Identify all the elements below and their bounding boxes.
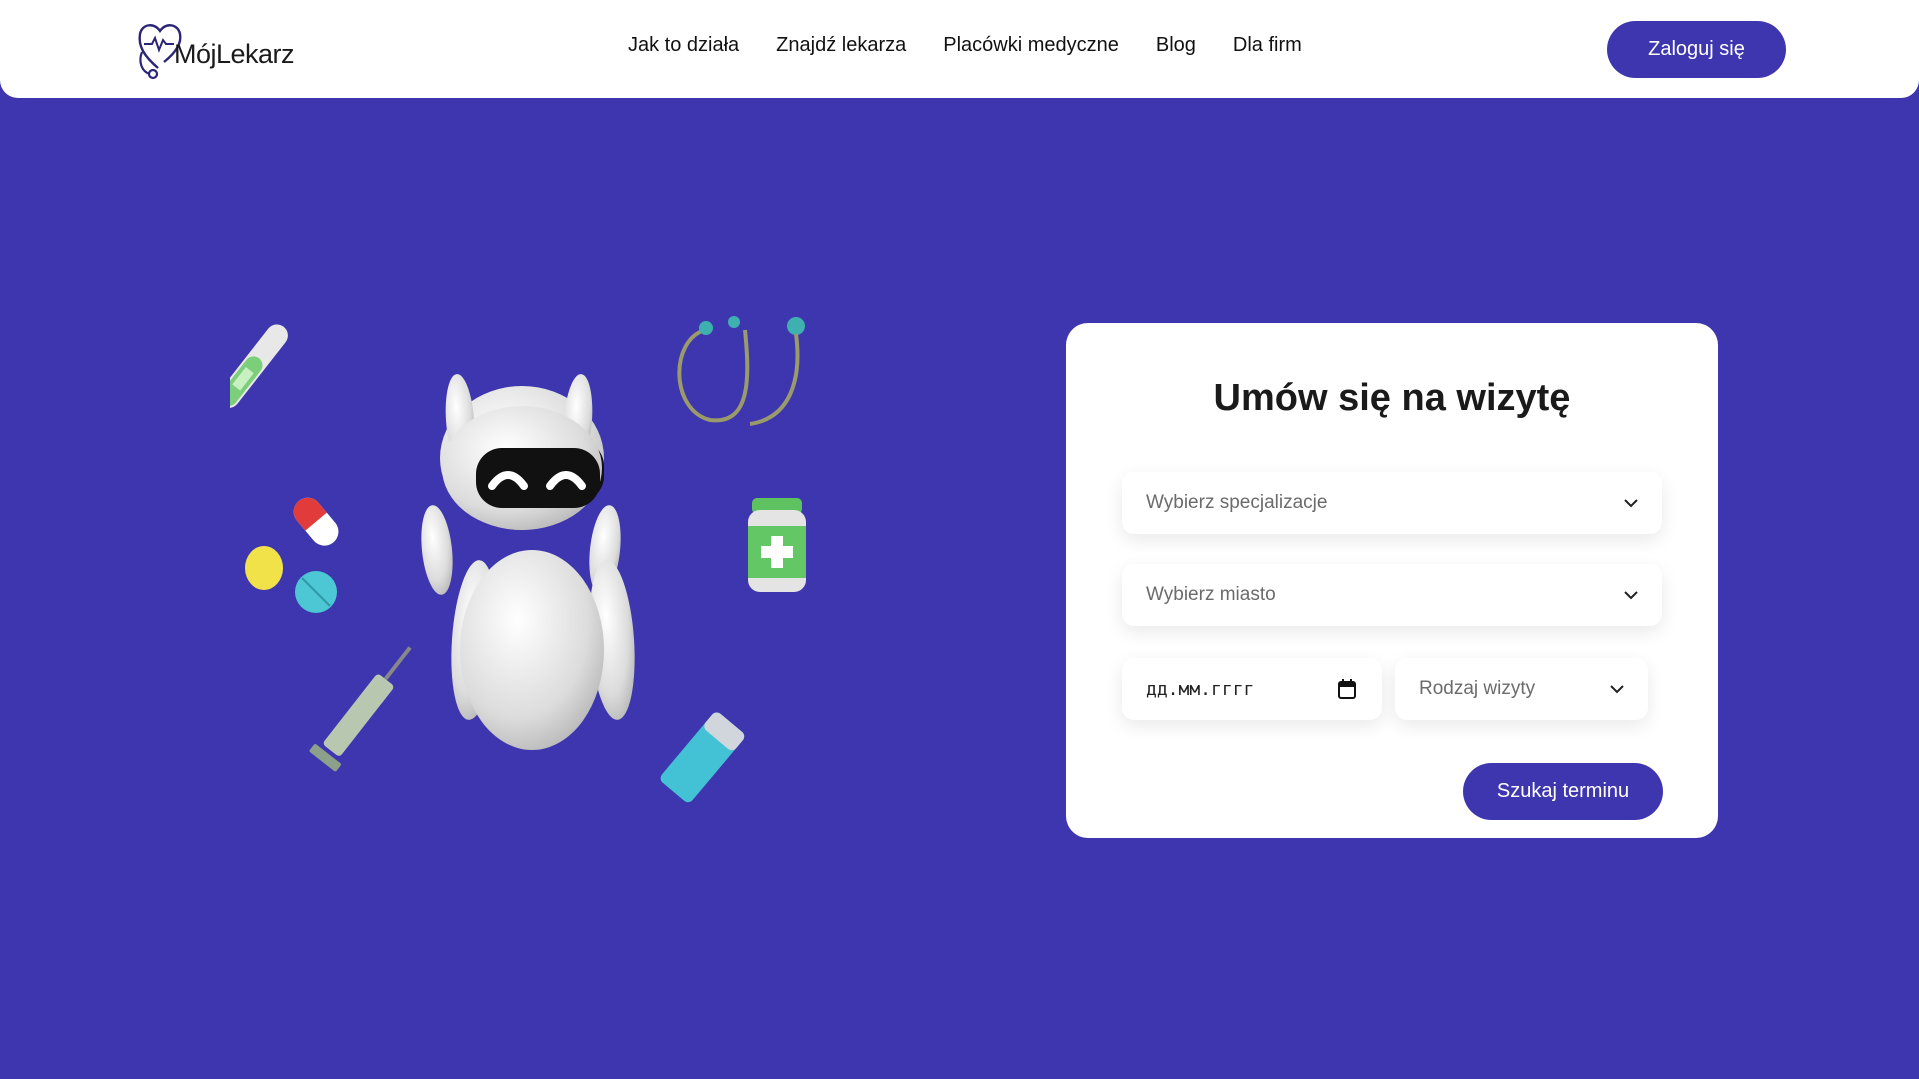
chevron-down-icon <box>1624 499 1638 508</box>
robot-icon <box>421 374 635 750</box>
robot-illustration <box>230 316 806 803</box>
booking-card: Umów się na wizytę Wybierz specjalizacje… <box>1066 323 1718 838</box>
city-select[interactable]: Wybierz miasto <box>1122 564 1662 626</box>
date-input[interactable]: дд.мм.гггг <box>1122 658 1382 720</box>
stethoscope-icon <box>677 316 805 426</box>
specialization-select[interactable]: Wybierz specjalizacje <box>1122 472 1662 534</box>
visit-type-select[interactable]: Rodzaj wizyty <box>1395 658 1648 720</box>
syringe-icon <box>309 646 412 772</box>
thermometer-icon <box>230 324 288 408</box>
date-placeholder: дд.мм.гггг <box>1146 678 1255 700</box>
search-appointment-button[interactable]: Szukaj terminu <box>1463 763 1663 820</box>
city-placeholder: Wybierz miasto <box>1146 584 1276 605</box>
pills-icon <box>245 497 339 613</box>
chevron-down-icon <box>1610 685 1624 694</box>
visit-type-placeholder: Rodzaj wizyty <box>1419 678 1536 699</box>
logo[interactable]: MójLekarz <box>136 18 295 80</box>
booking-title: Umów się na wizytę <box>1213 377 1571 419</box>
nav-medical-facilities[interactable]: Placówki medyczne <box>943 34 1119 57</box>
main-nav: Jak to działa Znajdź lekarza Placówki me… <box>628 34 1339 57</box>
nav-blog[interactable]: Blog <box>1156 34 1196 57</box>
medicine-bottle-icon <box>748 498 806 592</box>
calendar-icon[interactable] <box>1338 679 1356 699</box>
inhaler-icon <box>660 712 745 803</box>
nav-how-it-works[interactable]: Jak to działa <box>628 34 739 57</box>
nav-for-companies[interactable]: Dla firm <box>1233 34 1302 57</box>
top-header: MójLekarz Jak to działa Znajdź lekarza P… <box>0 0 1919 98</box>
specialization-placeholder: Wybierz specjalizacje <box>1146 492 1328 513</box>
chevron-down-icon <box>1624 591 1638 600</box>
nav-find-doctor[interactable]: Znajdź lekarza <box>776 34 906 57</box>
logo-text: MójLekarz <box>174 39 295 69</box>
login-button[interactable]: Zaloguj się <box>1607 21 1786 78</box>
